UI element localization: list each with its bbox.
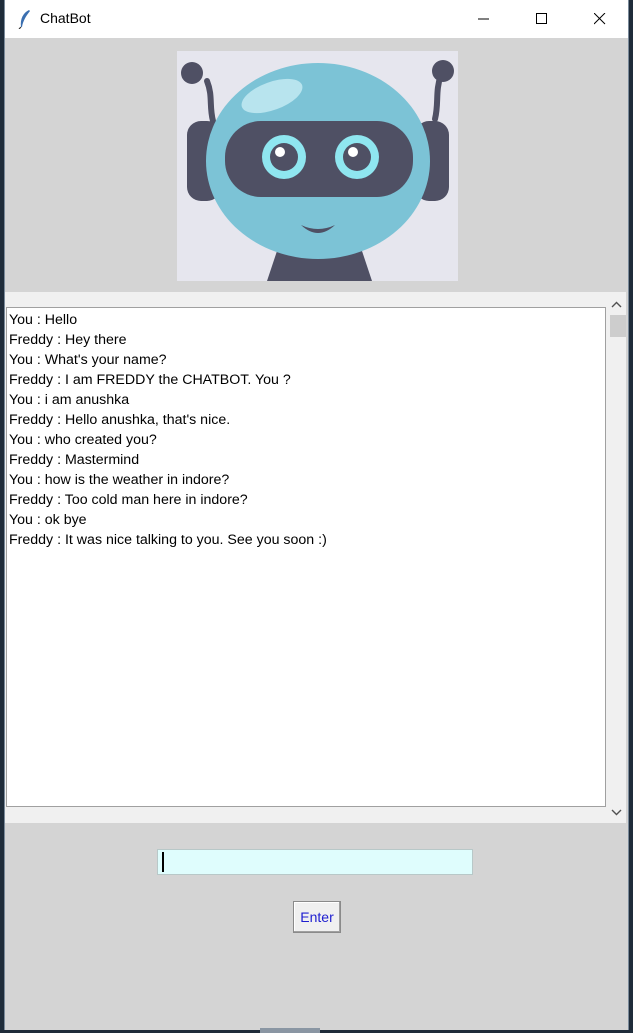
maximize-icon <box>536 13 547 24</box>
message-input[interactable] <box>157 849 473 875</box>
minimize-button[interactable] <box>455 0 513 38</box>
chat-message: Freddy : Too cold man here in indore? <box>9 492 248 508</box>
text-cursor <box>162 852 164 872</box>
chat-message: Freddy : Hello anushka, that's nice. <box>9 412 231 428</box>
robot-avatar <box>177 51 458 281</box>
chat-message: You : i am anushka <box>9 392 130 408</box>
title-bar[interactable]: ChatBot <box>5 0 628 38</box>
chat-panel: You : Hello Freddy : Hey there You : What'… <box>5 292 626 823</box>
chat-message: You : ok bye <box>9 512 87 528</box>
chat-message: You : how is the weather in indore? <box>9 472 230 488</box>
chat-message: Freddy : It was nice talking to you. See… <box>9 532 327 548</box>
scroll-thumb[interactable] <box>610 315 626 337</box>
minimize-icon <box>478 18 489 20</box>
chat-message: You : who created you? <box>9 432 157 448</box>
chat-scrollbar[interactable] <box>607 292 626 823</box>
enter-button[interactable]: Enter <box>293 901 341 933</box>
feather-icon <box>18 10 30 29</box>
scroll-up-arrow-icon[interactable] <box>607 296 626 314</box>
close-button[interactable] <box>571 0 629 38</box>
chat-message: You : What's your name? <box>9 352 167 368</box>
robot-avatar-image <box>177 51 458 281</box>
chatbot-window: ChatBot You: Hello Freddy: Hey there Y… <box>4 0 629 1030</box>
window-title: ChatBot <box>40 10 91 26</box>
chat-log[interactable]: You : Hello Freddy : Hey there You : What'… <box>6 307 606 807</box>
maximize-button[interactable] <box>513 0 571 38</box>
chat-message: Freddy : Mastermind <box>9 452 140 468</box>
taskbar-edge <box>260 1028 320 1033</box>
chat-message: Freddy : Hey there <box>9 332 127 348</box>
close-icon <box>594 13 606 25</box>
scroll-down-arrow-icon[interactable] <box>607 803 626 821</box>
chat-message: Freddy : I am FREDDY the CHATBOT. You ? <box>9 372 291 388</box>
chat-message: You : Hello <box>9 312 78 328</box>
